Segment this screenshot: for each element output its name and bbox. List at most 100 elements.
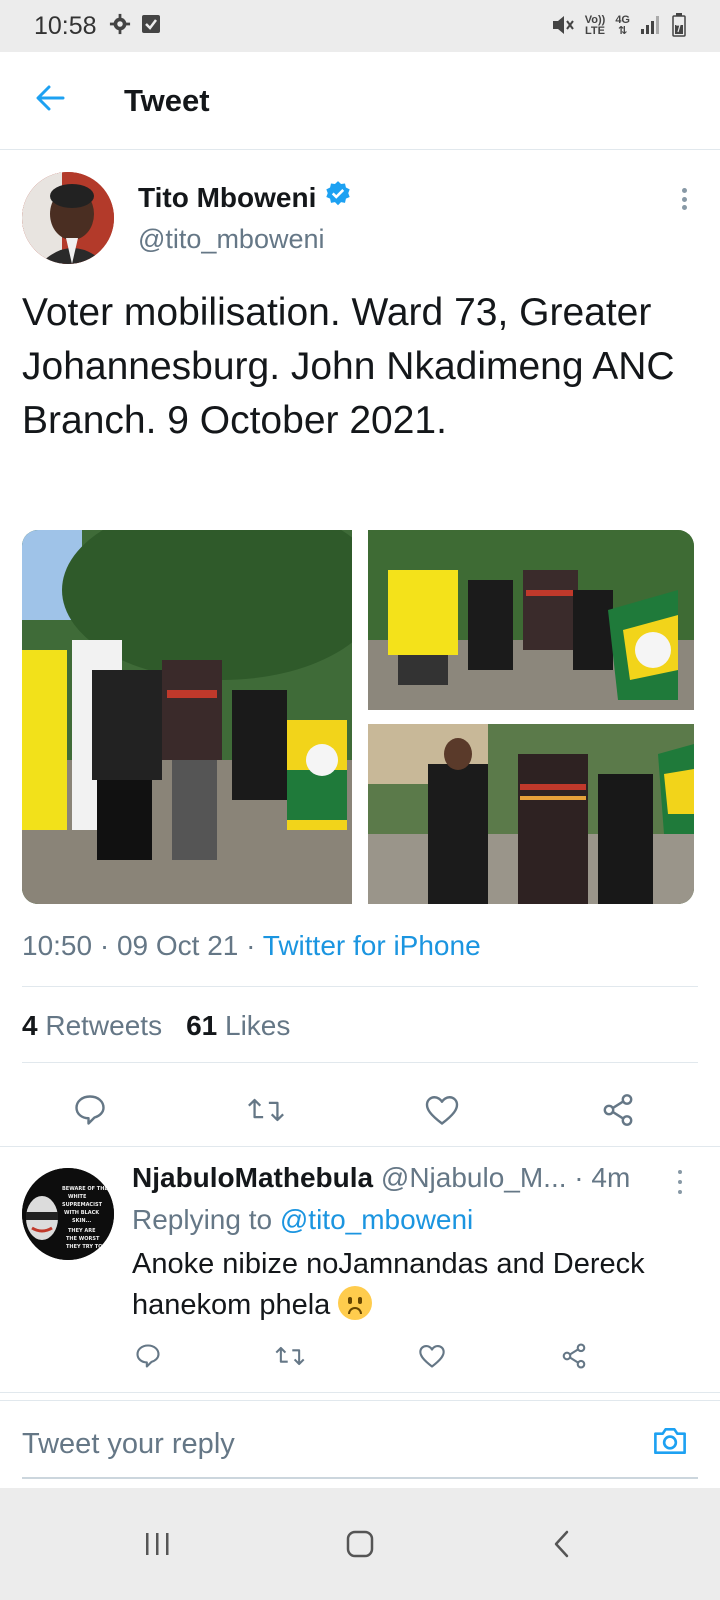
reply-text-body: Anoke nibize noJamnandas and Dereck hane…	[132, 1248, 645, 1321]
tweet-image-2[interactable]	[368, 530, 694, 710]
frowning-face-emoji-icon	[338, 1286, 373, 1320]
reply-composer	[0, 1400, 720, 1486]
svg-text:WITH BLACK: WITH BLACK	[64, 1210, 100, 1216]
back-button[interactable]	[26, 77, 74, 125]
meta-separator: ·	[574, 1162, 592, 1193]
likes-label: Likes	[225, 1010, 291, 1041]
svg-text:SKIN...: SKIN...	[72, 1218, 91, 1224]
dot-icon	[681, 188, 687, 193]
reply-header: NjabuloMathebula @Njabulo_M... · 4m	[132, 1162, 672, 1194]
retweets-stat[interactable]: 4 Retweets	[22, 1010, 162, 1042]
divider	[22, 1062, 698, 1063]
speech-bubble-icon	[134, 1342, 162, 1375]
more-options-button[interactable]	[674, 184, 694, 214]
data-arrows-icon: ⇅	[618, 25, 628, 37]
chevron-left-icon	[551, 1529, 573, 1564]
retweet-button[interactable]	[246, 1092, 286, 1132]
meta-separator: ·	[246, 930, 263, 961]
divider	[22, 986, 698, 987]
reply-more-options-button[interactable]	[670, 1170, 690, 1194]
speech-bubble-icon	[72, 1092, 108, 1133]
share-icon	[560, 1342, 588, 1375]
tweet-time: 10:50	[22, 930, 93, 961]
recent-apps-icon	[143, 1531, 173, 1562]
likes-count: 61	[186, 1010, 218, 1041]
author-handle[interactable]: @tito_mboweni	[138, 224, 325, 255]
reply-actions	[0, 1342, 720, 1382]
camera-button[interactable]	[650, 1423, 690, 1463]
retweet-icon	[274, 1342, 306, 1375]
reply-input[interactable]	[22, 1419, 622, 1469]
svg-text:SUPREMACIST: SUPREMACIST	[62, 1202, 103, 1208]
tweet-image-1[interactable]	[22, 530, 352, 904]
status-bar: 10:58 Vo)) LTE 4G ⇅	[0, 0, 720, 52]
dot-icon	[678, 1180, 682, 1184]
author-avatar[interactable]	[22, 172, 114, 264]
retweets-count: 4	[22, 1010, 38, 1041]
signal-icon	[640, 15, 662, 38]
battery-icon	[672, 12, 686, 40]
arrow-left-icon	[35, 85, 65, 116]
checkbox-notification-icon	[141, 14, 161, 39]
reply-retweet-button[interactable]	[274, 1342, 306, 1374]
author-name-row: Tito Mboweni	[138, 180, 352, 215]
system-navigation-bar	[0, 1488, 720, 1600]
heart-icon	[418, 1343, 446, 1374]
page-title: Tweet	[124, 82, 210, 118]
reply-like-button[interactable]	[416, 1342, 448, 1374]
status-left-icons	[109, 13, 161, 40]
reply-input-underline	[22, 1477, 698, 1479]
reply-time: 4m	[591, 1162, 631, 1193]
reply-reply-button[interactable]	[132, 1342, 164, 1374]
tweet-author-row: Tito Mboweni @tito_mboweni	[22, 172, 702, 264]
svg-text:THEY TRY TO: THEY TRY TO	[66, 1244, 102, 1250]
tweet-text: Voter mobilisation. Ward 73, Greater Joh…	[22, 291, 675, 442]
verified-badge-icon	[324, 180, 352, 215]
recent-apps-button[interactable]	[136, 1524, 180, 1568]
app-header: Tweet	[0, 52, 720, 150]
reply-button[interactable]	[70, 1092, 110, 1132]
tweet-stats: 4 Retweets 61 Likes	[22, 1010, 290, 1042]
replying-to: Replying to @tito_mboweni	[132, 1204, 473, 1236]
tweet-actions	[0, 1082, 720, 1144]
retweets-label: Retweets	[45, 1010, 163, 1041]
emoji-mouth	[348, 1307, 363, 1314]
reply-author-avatar[interactable]: BEWARE OF THE WHITE SUPREMACIST WITH BLA…	[22, 1168, 114, 1260]
dot-icon	[681, 205, 687, 210]
reply-share-button[interactable]	[558, 1342, 590, 1374]
status-right-icons: Vo)) LTE 4G ⇅	[551, 12, 686, 40]
tweet-image-3[interactable]	[368, 724, 694, 904]
svg-text:THE WORST: THE WORST	[66, 1236, 100, 1242]
system-back-button[interactable]	[540, 1524, 584, 1568]
share-button[interactable]	[598, 1092, 638, 1132]
network-indicator: 4G ⇅	[615, 15, 630, 37]
svg-text:THEY ARE: THEY ARE	[68, 1228, 96, 1234]
tweet-date: 09 Oct 21	[116, 930, 239, 961]
replying-to-handle-link[interactable]: @tito_mboweni	[280, 1204, 473, 1235]
dot-icon	[681, 196, 687, 202]
likes-stat[interactable]: 61 Likes	[186, 1010, 290, 1042]
author-name[interactable]: Tito Mboweni	[138, 182, 316, 214]
like-button[interactable]	[422, 1092, 462, 1132]
svg-text:BEWARE OF THE: BEWARE OF THE	[62, 1186, 108, 1192]
volte-indicator: Vo)) LTE	[585, 15, 606, 37]
lte-label: LTE	[585, 25, 605, 37]
tweet-media-grid	[22, 530, 694, 904]
home-icon	[345, 1529, 375, 1564]
status-time: 10:58	[34, 11, 97, 40]
tweet-meta: 10:50 · 09 Oct 21 · Twitter for iPhone	[22, 930, 481, 962]
meta-separator: ·	[99, 930, 117, 961]
retweet-icon	[246, 1092, 286, 1133]
replying-to-label: Replying to	[132, 1204, 273, 1235]
tweet-source-link[interactable]: Twitter for iPhone	[263, 930, 481, 961]
section-divider	[0, 1392, 720, 1393]
home-button[interactable]	[338, 1524, 382, 1568]
mute-icon	[551, 14, 575, 39]
reply-author-handle[interactable]: @Njabulo_M...	[381, 1162, 567, 1193]
heart-icon	[424, 1093, 460, 1132]
dot-icon	[678, 1190, 682, 1194]
reply-text: Anoke nibize noJamnandas and Dereck hane…	[132, 1244, 692, 1326]
share-icon	[600, 1092, 636, 1133]
reply-tweet[interactable]: BEWARE OF THE WHITE SUPREMACIST WITH BLA…	[0, 1146, 720, 1392]
reply-author-name[interactable]: NjabuloMathebula	[132, 1162, 373, 1193]
